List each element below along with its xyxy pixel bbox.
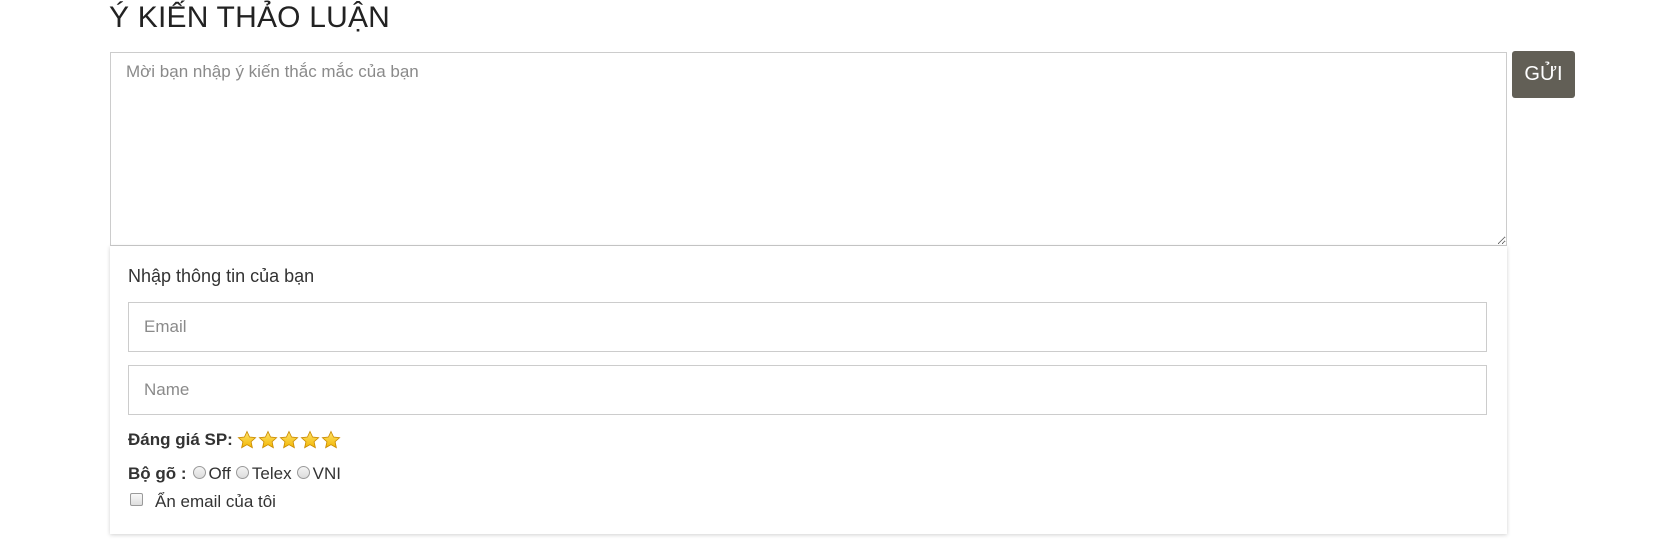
send-button[interactable]: GỬI bbox=[1512, 51, 1575, 98]
star-icon-4[interactable] bbox=[300, 430, 320, 450]
comment-textarea[interactable] bbox=[110, 52, 1507, 246]
email-field[interactable] bbox=[128, 302, 1487, 352]
radio-off[interactable] bbox=[192, 465, 206, 479]
radio-vni[interactable] bbox=[296, 465, 310, 479]
name-field[interactable] bbox=[128, 365, 1487, 415]
rating-stars bbox=[237, 430, 341, 450]
rating-label: Đáng giá SP: bbox=[128, 430, 233, 449]
hide-email-label: Ẩn email của tôi bbox=[155, 492, 276, 511]
hide-email-checkbox[interactable] bbox=[130, 492, 143, 506]
star-icon-2[interactable] bbox=[258, 430, 278, 450]
comment-section: Ý KIẾN THẢO LUẬN GỬI Nhập thông tin của … bbox=[0, 0, 1679, 554]
radio-vni-label: VNI bbox=[312, 464, 341, 483]
star-icon-1[interactable] bbox=[237, 430, 257, 450]
user-info-panel: Nhập thông tin của bạn Đáng giá SP: Bộ g… bbox=[110, 246, 1507, 534]
radio-off-label: Off bbox=[208, 464, 231, 483]
star-icon-5[interactable] bbox=[321, 430, 341, 450]
input-method-row: Bộ gõ : Off Telex VNI bbox=[128, 464, 346, 484]
info-heading: Nhập thông tin của bạn bbox=[128, 266, 315, 286]
hide-email-row: Ẩn email của tôi bbox=[128, 492, 276, 512]
star-icon-3[interactable] bbox=[279, 430, 299, 450]
input-method-label: Bộ gõ : bbox=[128, 464, 187, 483]
rating-row: Đáng giá SP: bbox=[128, 430, 341, 450]
radio-telex[interactable] bbox=[235, 465, 249, 479]
radio-telex-label: Telex bbox=[251, 464, 292, 483]
section-title: Ý KIẾN THẢO LUẬN bbox=[109, 1, 391, 34]
